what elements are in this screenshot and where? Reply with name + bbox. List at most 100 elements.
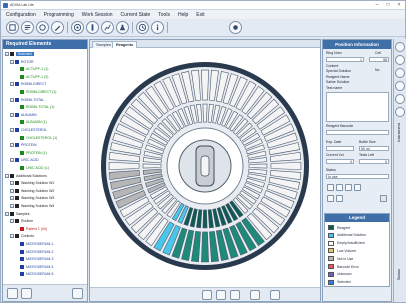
- configuration-button[interactable]: [6, 21, 19, 34]
- first-position-button[interactable]: [327, 184, 334, 191]
- rotor-cell-outer[interactable]: [201, 69, 209, 101]
- test-name-list[interactable]: [326, 92, 389, 122]
- tree-item[interactable]: − CHOLESTEROL: [10, 127, 47, 133]
- tree-item[interactable]: − ROBIN-DIRECT: [10, 81, 46, 87]
- tests-left-field[interactable]: 0: [359, 159, 389, 164]
- status-field[interactable]: In use: [326, 174, 389, 179]
- menu-programming[interactable]: Programming: [44, 12, 74, 18]
- pointer-button[interactable]: [336, 195, 343, 202]
- rotor-cell-outer[interactable]: [270, 162, 302, 170]
- refresh-button[interactable]: [250, 290, 260, 300]
- expand-toggle-icon[interactable]: −: [5, 211, 9, 216]
- tree-item[interactable]: MICROSERUM-2: [15, 249, 53, 255]
- tree-item[interactable]: − URIC ACID: [10, 157, 39, 163]
- menu-help[interactable]: Help: [178, 12, 188, 18]
- expand-toggle-icon[interactable]: −: [5, 173, 9, 178]
- work-session-button[interactable]: [36, 21, 49, 34]
- samples-button[interactable]: [86, 21, 99, 34]
- report-button[interactable]: [270, 290, 280, 300]
- load-button[interactable]: [202, 290, 212, 300]
- menu-current-state[interactable]: Current State: [121, 12, 151, 18]
- tree-item[interactable]: MICROSERUM-5: [15, 271, 53, 277]
- tree-item[interactable]: − ALBUMIN: [10, 112, 37, 118]
- exp-date-field[interactable]: [326, 146, 354, 151]
- last-position-button[interactable]: [354, 184, 361, 191]
- strip-button-5[interactable]: [395, 94, 405, 104]
- rotor-cell-outer[interactable]: [201, 231, 209, 263]
- tree-item[interactable]: URIC ACID (1): [15, 165, 49, 171]
- strip-button-6[interactable]: [395, 107, 405, 117]
- results-button[interactable]: [101, 21, 114, 34]
- tree-item[interactable]: MICROSERUM-1: [15, 241, 53, 247]
- scan-button[interactable]: [230, 290, 240, 300]
- tree-item[interactable]: − Washing Solution W2: [10, 188, 54, 194]
- tree-item[interactable]: MICROSERUM-4: [15, 264, 53, 270]
- expand-toggle-icon[interactable]: −: [10, 196, 14, 201]
- tree-item[interactable]: − Routine: [10, 218, 33, 224]
- menu-exit[interactable]: Exit: [196, 12, 204, 18]
- delete-position-button[interactable]: [380, 195, 387, 202]
- tree-item[interactable]: ACTUPF-1 (1): [15, 66, 48, 72]
- rotor-cell-outer[interactable]: [108, 162, 140, 170]
- current-vol-field[interactable]: 0: [326, 159, 354, 164]
- rotor-cell-inner[interactable]: [142, 163, 162, 169]
- previous-position-button[interactable]: [336, 184, 343, 191]
- status-button[interactable]: [229, 21, 242, 34]
- tree-item[interactable]: − ROBIN-TOTAL: [10, 97, 44, 103]
- tree-item[interactable]: ACTUPF-1 (2): [15, 74, 48, 80]
- edit-button[interactable]: [51, 21, 64, 34]
- history-button[interactable]: [136, 21, 149, 34]
- programming-button[interactable]: [21, 21, 34, 34]
- expand-toggle-icon[interactable]: −: [5, 52, 9, 56]
- expand-toggle-icon[interactable]: −: [10, 112, 14, 117]
- tree-item[interactable]: − Washing Solution W1: [10, 180, 54, 186]
- expand-all-button[interactable]: [7, 288, 18, 299]
- reagent-barcode-field[interactable]: [326, 130, 389, 135]
- expand-toggle-icon[interactable]: −: [10, 143, 14, 148]
- print-button[interactable]: [72, 288, 83, 299]
- menu-tools[interactable]: Tools: [158, 12, 170, 18]
- tree-item[interactable]: MICROSERUM-3: [15, 256, 53, 262]
- tab-reagents[interactable]: Reagents: [112, 41, 138, 48]
- menu-configuration[interactable]: Configuration: [6, 12, 36, 18]
- expand-toggle-icon[interactable]: −: [10, 158, 14, 163]
- expand-toggle-icon[interactable]: −: [10, 204, 14, 208]
- rotor-cell-inner[interactable]: [248, 163, 268, 169]
- instrument-tab[interactable]: Instrument: [396, 123, 401, 142]
- cell-field[interactable]: 58: [369, 57, 389, 62]
- status-tab[interactable]: Status: [396, 269, 401, 280]
- tree-item[interactable]: PROTEIN (1): [15, 150, 47, 156]
- tree-item[interactable]: − Samples: [5, 211, 30, 217]
- minimize-icon[interactable]: –: [372, 2, 382, 8]
- tree-item[interactable]: CHOLESTEROL (1): [15, 135, 57, 141]
- next-position-button[interactable]: [345, 184, 352, 191]
- tree-item[interactable]: Patient 1 (34): [15, 226, 47, 232]
- bottle-size-field[interactable]: 50 ml: [359, 146, 389, 151]
- maximize-icon[interactable]: □: [383, 2, 393, 8]
- tree-item[interactable]: ALBUMIN (1): [15, 119, 47, 125]
- strip-button-1[interactable]: [395, 42, 405, 52]
- close-icon[interactable]: ×: [394, 2, 404, 8]
- tree-item[interactable]: − Selected: [5, 51, 34, 57]
- rotor-button[interactable]: [71, 21, 84, 34]
- unload-button[interactable]: [216, 290, 226, 300]
- expand-toggle-icon[interactable]: −: [10, 219, 14, 224]
- tree-item[interactable]: − Controls: [10, 233, 34, 239]
- ring-num-field[interactable]: 1: [326, 57, 364, 62]
- tree-item[interactable]: ROBIN-TOTAL (1): [15, 104, 54, 110]
- rotor-cell-inner[interactable]: [202, 103, 208, 123]
- menu-work-session[interactable]: Work Session: [82, 12, 113, 18]
- tree-item[interactable]: − ROTOR: [10, 59, 34, 65]
- expand-toggle-icon[interactable]: −: [10, 181, 14, 186]
- expand-toggle-icon[interactable]: −: [10, 188, 14, 193]
- strip-button-2[interactable]: [395, 55, 405, 65]
- collapse-all-button[interactable]: [21, 288, 32, 299]
- expand-toggle-icon[interactable]: −: [10, 234, 14, 239]
- strip-button-3[interactable]: [395, 68, 405, 78]
- tree-item[interactable]: − Washing Solution W4: [10, 203, 54, 209]
- edit-position-button[interactable]: [327, 195, 334, 202]
- tree-item[interactable]: − PROTEIN: [10, 142, 37, 148]
- rotor-cell-inner[interactable]: [202, 209, 208, 229]
- strip-button-4[interactable]: [395, 81, 405, 91]
- tree-item[interactable]: − Additional Solutions: [5, 173, 47, 179]
